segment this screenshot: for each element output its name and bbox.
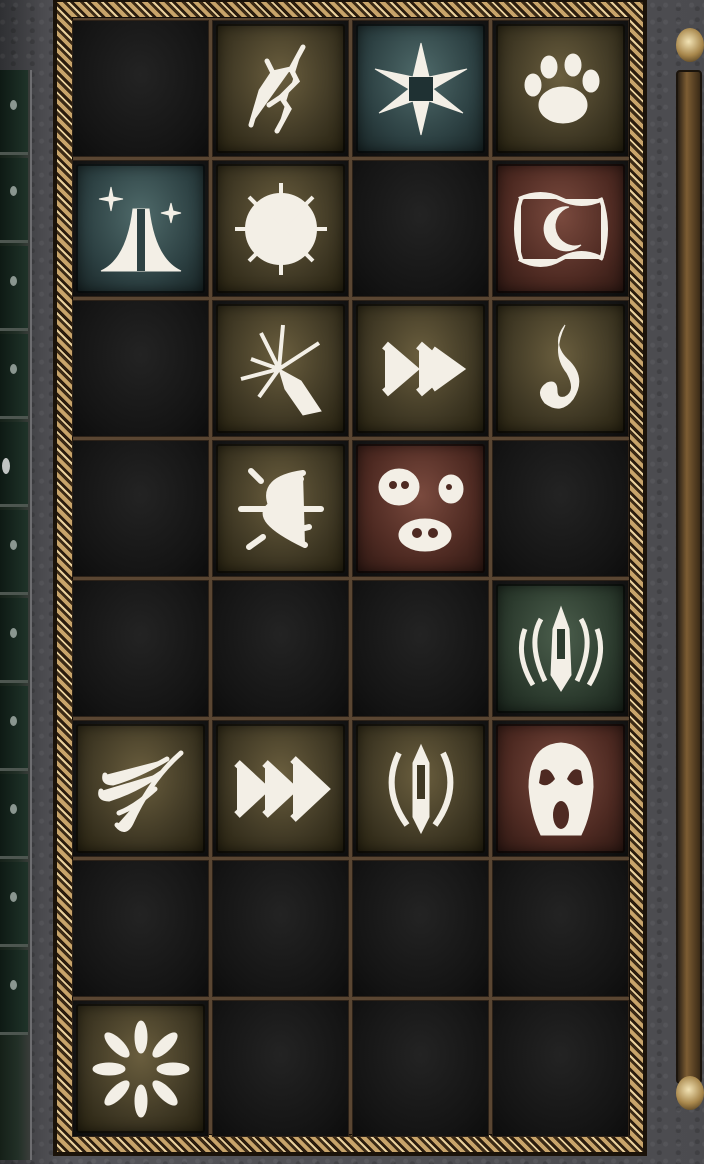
scrollbar-track[interactable] <box>676 70 702 1084</box>
ability-slot[interactable] <box>352 720 489 857</box>
crescent-moon-icon-glyph <box>513 191 608 267</box>
sparkle-mountain-icon[interactable] <box>76 164 205 293</box>
side-slot[interactable] <box>0 774 28 859</box>
ability-slot[interactable] <box>492 300 629 437</box>
ability-slot[interactable] <box>212 300 349 437</box>
side-slot-dot <box>10 100 17 110</box>
petal-burst-icon[interactable] <box>76 1004 205 1133</box>
empty-slot[interactable] <box>492 860 629 997</box>
wisp-flame-icon[interactable] <box>496 304 625 433</box>
side-slot[interactable] <box>0 70 28 155</box>
thorn-rune-icon-glyph <box>237 467 324 550</box>
empty-slot[interactable] <box>72 300 209 437</box>
side-slot-dot <box>10 364 17 374</box>
star-burst-icon[interactable] <box>356 24 485 153</box>
ability-slot[interactable] <box>72 160 209 297</box>
side-slot-dot <box>10 980 17 990</box>
double-chevron-icon[interactable] <box>356 304 485 433</box>
side-slot-dot <box>10 186 17 196</box>
empty-slot[interactable] <box>352 1000 489 1137</box>
empty-slot[interactable] <box>72 20 209 157</box>
side-slot[interactable] <box>0 422 28 507</box>
side-slot-dot <box>10 716 17 726</box>
ability-slot[interactable] <box>352 300 489 437</box>
ability-slot[interactable] <box>492 580 629 717</box>
side-slot[interactable] <box>0 334 28 419</box>
side-slot-dot <box>10 804 17 814</box>
side-slot-dot <box>10 892 17 902</box>
ability-slot[interactable] <box>352 20 489 157</box>
side-slot-dot <box>10 276 17 286</box>
triple-chevron-icon-glyph <box>233 755 331 822</box>
spider-web-icon-glyph <box>234 182 327 275</box>
ability-slot[interactable] <box>492 160 629 297</box>
ability-slot[interactable] <box>212 20 349 157</box>
side-slot[interactable] <box>0 510 28 595</box>
tribal-shield-icon-glyph <box>518 605 603 692</box>
side-slot[interactable] <box>0 950 28 1035</box>
ability-slot[interactable] <box>72 1000 209 1137</box>
tribal-blade-icon[interactable] <box>356 724 485 853</box>
double-chevron-icon-glyph <box>381 341 466 396</box>
triple-chevron-icon[interactable] <box>216 724 345 853</box>
paw-print-icon[interactable] <box>496 24 625 153</box>
side-slot[interactable] <box>0 158 28 243</box>
side-slot[interactable] <box>0 686 28 771</box>
skull-cluster-icon[interactable] <box>356 444 485 573</box>
ornate-panel-frame <box>55 0 645 1154</box>
crescent-moon-icon[interactable] <box>496 164 625 293</box>
ability-slot[interactable] <box>492 720 629 857</box>
sparkle-mountain-icon-glyph <box>98 186 181 271</box>
empty-slot[interactable] <box>352 580 489 717</box>
star-burst-icon-glyph <box>374 42 467 135</box>
left-side-bar <box>0 70 32 1160</box>
shatter-strike-icon-glyph <box>239 324 322 416</box>
branch-crack-icon-glyph <box>248 44 305 133</box>
thorn-rune-icon[interactable] <box>216 444 345 573</box>
shatter-strike-icon[interactable] <box>216 304 345 433</box>
scroll-cap-top[interactable] <box>676 28 704 62</box>
ability-slot[interactable] <box>212 160 349 297</box>
ability-slot[interactable] <box>72 720 209 857</box>
ghost-scream-icon[interactable] <box>496 724 625 853</box>
side-slot[interactable] <box>0 246 28 331</box>
wind-gust-icon-glyph <box>97 750 183 832</box>
spider-web-icon[interactable] <box>216 164 345 293</box>
ability-slot[interactable] <box>492 20 629 157</box>
empty-slot[interactable] <box>72 440 209 577</box>
empty-slot[interactable] <box>212 860 349 997</box>
branch-crack-icon[interactable] <box>216 24 345 153</box>
paw-print-icon-glyph <box>524 53 599 123</box>
side-slot-dot <box>10 628 17 638</box>
empty-slot[interactable] <box>352 160 489 297</box>
ability-slot[interactable] <box>352 440 489 577</box>
empty-slot[interactable] <box>212 580 349 717</box>
ghost-scream-icon-glyph <box>527 741 594 835</box>
side-slot-dot <box>10 540 17 550</box>
petal-burst-icon-glyph <box>92 1020 189 1117</box>
side-slot[interactable] <box>0 862 28 947</box>
empty-slot[interactable] <box>72 580 209 717</box>
empty-slot[interactable] <box>492 1000 629 1137</box>
scroll-cap-bottom[interactable] <box>676 1076 704 1110</box>
empty-slot[interactable] <box>72 860 209 997</box>
wind-gust-icon[interactable] <box>76 724 205 853</box>
panel-inner <box>72 17 630 1137</box>
side-slot-dot <box>2 458 10 474</box>
tribal-shield-icon[interactable] <box>496 584 625 713</box>
side-slot[interactable] <box>0 598 28 683</box>
ability-slot[interactable] <box>212 720 349 857</box>
wisp-flame-icon-glyph <box>539 324 579 409</box>
ability-slot[interactable] <box>212 440 349 577</box>
empty-slot[interactable] <box>492 440 629 577</box>
empty-slot[interactable] <box>352 860 489 997</box>
skull-cluster-icon-glyph <box>378 468 463 551</box>
tribal-blade-icon-glyph <box>388 743 453 834</box>
empty-slot[interactable] <box>212 1000 349 1137</box>
ability-grid <box>72 17 629 1137</box>
